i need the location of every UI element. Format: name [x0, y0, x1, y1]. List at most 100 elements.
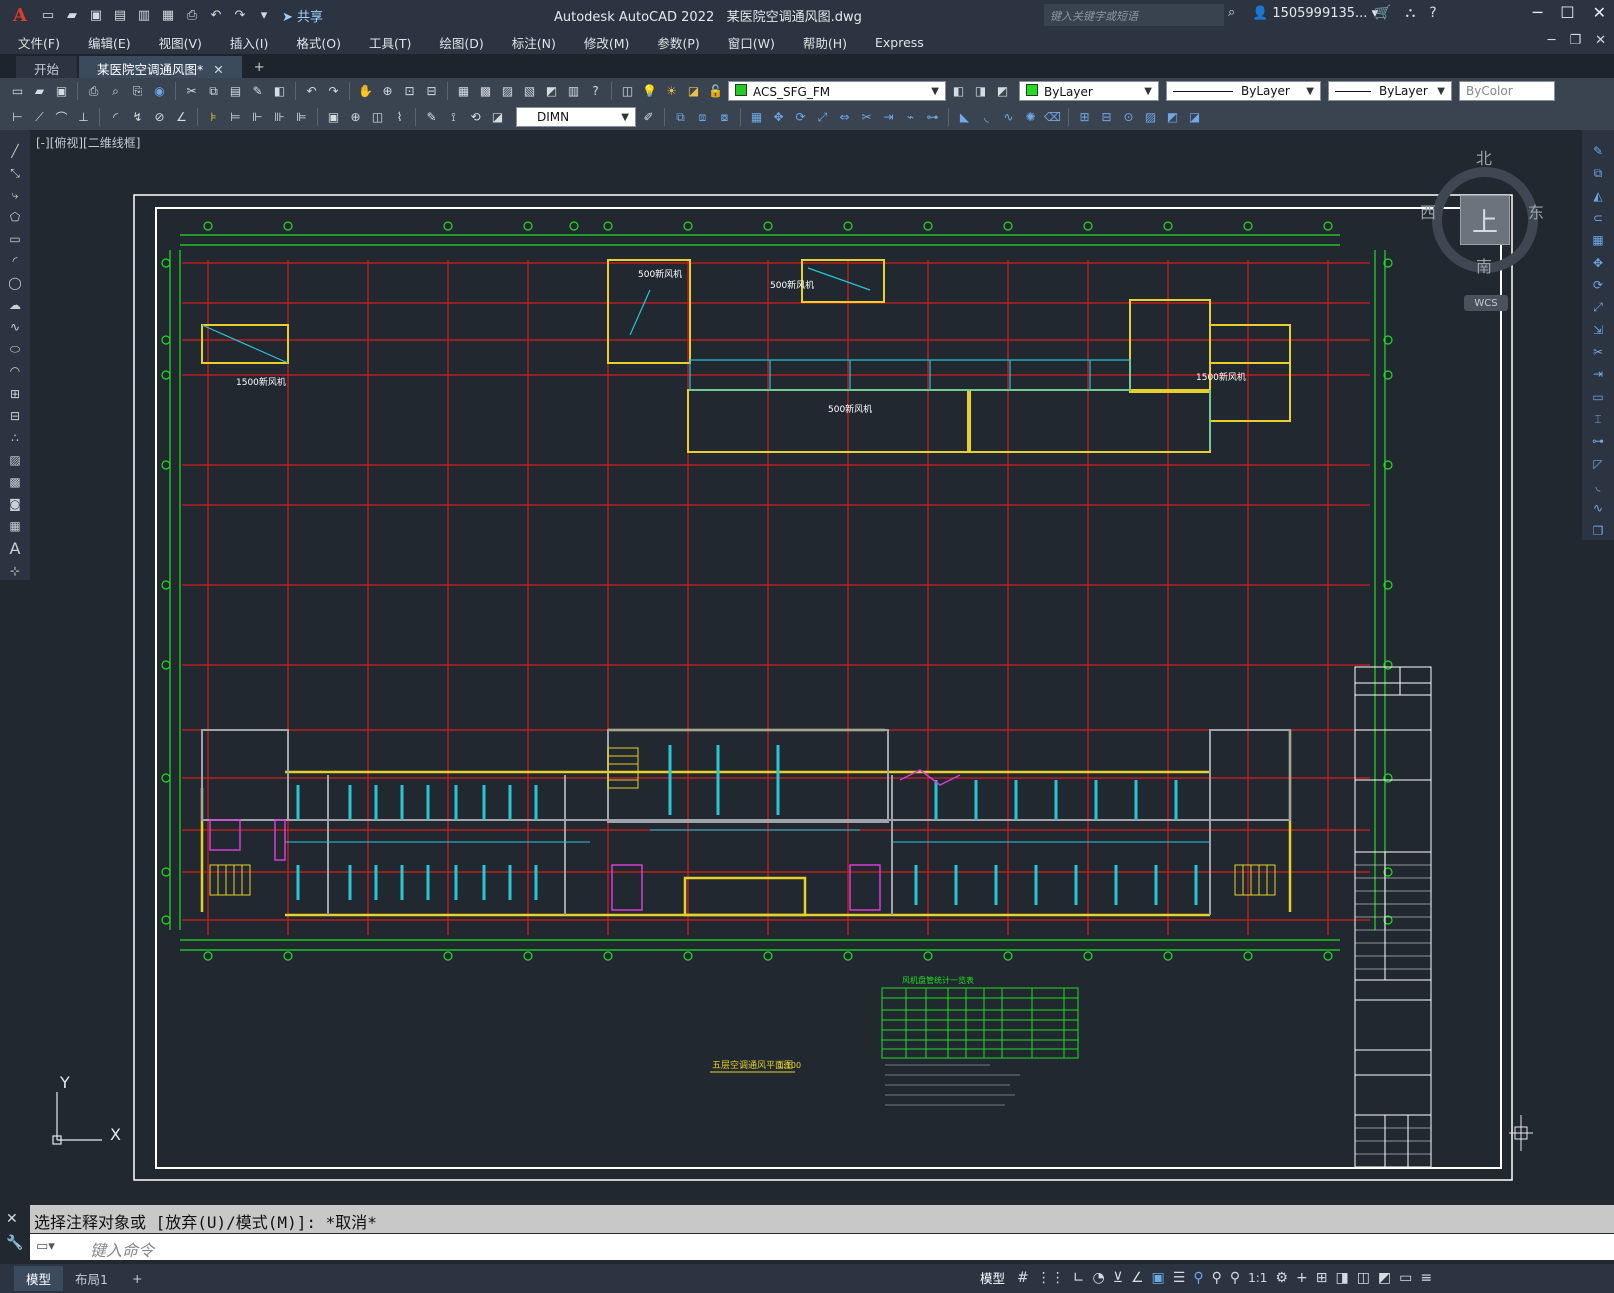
object-snap-tracking-icon[interactable]: ∠ [1131, 1270, 1144, 1286]
menu-file[interactable]: 文件(F) [18, 33, 60, 52]
block-editor-icon[interactable]: ◧ [270, 82, 289, 101]
menu-express[interactable]: Express [875, 35, 924, 50]
hatch-icon[interactable]: ▨ [6, 451, 25, 469]
application-menu-button[interactable]: A [6, 2, 34, 28]
compass-east[interactable]: 东 [1528, 199, 1544, 223]
copy-icon[interactable]: ⧉ [1589, 164, 1608, 182]
table-icon[interactable]: ▦ [6, 517, 25, 535]
mirror-icon[interactable]: ⧈ [693, 108, 712, 127]
dim-ordinate-icon[interactable]: ⊥ [74, 108, 93, 127]
layer-properties-icon[interactable]: ◫ [618, 82, 637, 101]
zoom-previous-icon[interactable]: ⊟ [422, 82, 441, 101]
new-icon[interactable]: ▭ [8, 82, 27, 101]
redo-icon[interactable]: ↷ [230, 5, 250, 25]
trim-icon[interactable]: ✂ [1589, 343, 1608, 361]
cart-icon[interactable]: 🛒 [1374, 5, 1391, 21]
join-icon[interactable]: ⊶ [1589, 432, 1608, 450]
dim-style-manager-icon[interactable]: ✐ [639, 108, 658, 127]
annotation-scale-icon[interactable]: ⚲ [1230, 1270, 1240, 1286]
copy-object-icon[interactable]: ⧉ [671, 108, 690, 127]
doc-close-icon[interactable]: ✕ [1595, 33, 1606, 48]
dim-break-icon[interactable]: ⊫ [292, 108, 311, 127]
match-properties-icon[interactable]: ✎ [248, 82, 267, 101]
compass-north[interactable]: 北 [1476, 145, 1492, 169]
spline-icon[interactable]: ∿ [6, 318, 25, 336]
layer-state-icon[interactable]: ◩ [993, 82, 1012, 101]
break-point-icon[interactable]: ▭ [1589, 388, 1608, 406]
help-icon[interactable]: ? [1429, 5, 1436, 21]
extend-icon[interactable]: ⇥ [879, 108, 898, 127]
menu-format[interactable]: 格式(O) [296, 33, 341, 52]
polygon-icon[interactable]: ⬠ [6, 208, 25, 226]
point-icon[interactable]: ⊙ [1119, 108, 1138, 127]
hatch-icon[interactable]: ▨ [1141, 108, 1160, 127]
command-input[interactable]: 键入命令 [30, 1234, 1614, 1260]
viewcube[interactable]: 北 南 东 西 上 WCS [1420, 145, 1550, 315]
search-input[interactable]: 键入关键字或短语 [1044, 4, 1224, 26]
dim-baseline-icon[interactable]: ⊨ [226, 108, 245, 127]
doc-minimize-icon[interactable]: ─ [1548, 33, 1556, 48]
search-icon[interactable]: ⌕ [1228, 5, 1235, 20]
scale-icon[interactable]: ⤢ [1589, 298, 1608, 316]
linetype-select[interactable]: ByLayer ▼ [1166, 81, 1321, 101]
wcs-menu[interactable]: WCS [1464, 295, 1508, 311]
undo-icon[interactable]: ↶ [206, 5, 226, 25]
zoom-realtime-icon[interactable]: ⊕ [378, 82, 397, 101]
arc-icon[interactable]: ◜ [6, 252, 25, 270]
3d-print-icon[interactable]: ◉ [150, 82, 169, 101]
layer-on-icon[interactable]: 💡 [640, 82, 659, 101]
tab-model[interactable]: 模型 [14, 1266, 64, 1291]
extend-icon[interactable]: ⇥ [1589, 365, 1608, 383]
color-select[interactable]: ByLayer ▼ [1019, 81, 1159, 101]
blend-icon[interactable]: ∿ [1589, 499, 1608, 517]
dim-linear-icon[interactable]: ⊢ [8, 108, 27, 127]
revcloud-icon[interactable]: ☁ [6, 296, 25, 314]
undo-icon[interactable]: ↶ [302, 82, 321, 101]
ellipse-arc-icon[interactable]: ◠ [6, 362, 25, 380]
menu-view[interactable]: 视图(V) [159, 33, 202, 52]
isolate-objects-icon[interactable]: ◩ [1378, 1270, 1391, 1286]
gradient-icon[interactable]: ▩ [6, 473, 25, 491]
lock-ui-icon[interactable]: ◫ [1357, 1270, 1370, 1286]
user-account[interactable]: 👤 1505999135... ▾ [1252, 6, 1378, 21]
annotation-scale-value[interactable]: 1:1 [1248, 1271, 1267, 1285]
ortho-icon[interactable]: ∟ [1073, 1270, 1085, 1286]
layer-previous-icon[interactable]: ◨ [971, 82, 990, 101]
polar-icon[interactable]: ◔ [1092, 1270, 1104, 1286]
zoom-window-icon[interactable]: ⊡ [400, 82, 419, 101]
layer-thaw-icon[interactable]: ☀ [662, 82, 681, 101]
dim-arc-icon[interactable]: ⌒ [52, 108, 71, 127]
new-tab-icon[interactable]: + [244, 57, 275, 78]
properties-icon[interactable]: ▦ [454, 82, 473, 101]
tool-palettes-icon[interactable]: ▨ [498, 82, 517, 101]
add-layout-icon[interactable]: + [120, 1268, 154, 1289]
rotate-icon[interactable]: ⟳ [791, 108, 810, 127]
tab-layout1[interactable]: 布局1 [63, 1266, 120, 1291]
rectangle-icon[interactable]: ▭ [6, 230, 25, 248]
make-current-icon[interactable]: ◧ [949, 82, 968, 101]
save-icon[interactable]: ▣ [86, 5, 106, 25]
layer-vp-icon[interactable]: ◪ [684, 82, 703, 101]
open-icon[interactable]: ▰ [30, 82, 49, 101]
dim-style-icon[interactable]: ◪ [488, 108, 507, 127]
doc-restore-icon[interactable]: ❐ [1569, 33, 1581, 48]
trim-icon[interactable]: ✂ [857, 108, 876, 127]
clean-screen-icon[interactable]: ▭ [1399, 1270, 1412, 1286]
dim-update-icon[interactable]: ⟲ [466, 108, 485, 127]
menu-modify[interactable]: 修改(M) [584, 33, 630, 52]
quickcalc-icon[interactable]: ▥ [564, 82, 583, 101]
dim-angular-icon[interactable]: ∠ [172, 108, 191, 127]
community-icon[interactable]: ⛬ [1405, 5, 1415, 21]
save-icon[interactable]: ▣ [52, 82, 71, 101]
markup-icon[interactable]: ◩ [542, 82, 561, 101]
chamfer-icon[interactable]: ◸ [1589, 455, 1608, 473]
dim-diameter-icon[interactable]: ⊘ [150, 108, 169, 127]
break-icon[interactable]: ⌶ [1589, 410, 1608, 428]
dim-text-edit-icon[interactable]: ⟟ [444, 108, 463, 127]
copy-icon[interactable]: ⧉ [204, 82, 223, 101]
publish-icon[interactable]: ⎘ [128, 82, 147, 101]
explode-icon[interactable]: ✺ [1021, 108, 1040, 127]
grid-icon[interactable]: # [1017, 1270, 1029, 1286]
menu-insert[interactable]: 插入(I) [230, 33, 268, 52]
open-file-icon[interactable]: ▰ [62, 5, 82, 25]
